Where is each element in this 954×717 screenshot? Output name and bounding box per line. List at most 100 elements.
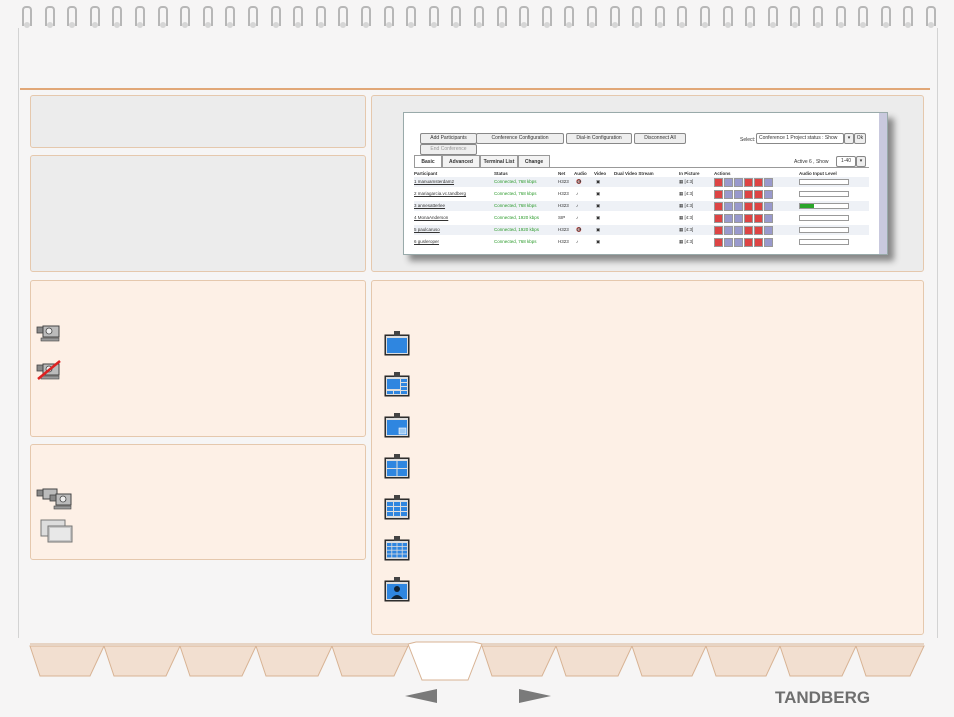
chapter-tab[interactable] bbox=[255, 645, 333, 677]
disconnect-icon[interactable] bbox=[714, 238, 723, 247]
select-dropdown-icon[interactable]: ▾ bbox=[844, 133, 854, 144]
disconnect-all-button[interactable]: Disconnect All bbox=[634, 133, 686, 144]
show-range-select[interactable]: 1-40 bbox=[836, 156, 856, 167]
camera-control-icon[interactable] bbox=[724, 178, 733, 187]
next-page-arrow[interactable] bbox=[517, 687, 553, 705]
chapter-tab[interactable] bbox=[103, 645, 181, 677]
camera-control-icon[interactable] bbox=[724, 226, 733, 235]
participant-net: H323 bbox=[558, 239, 569, 244]
picture-layout-icon[interactable]: ▦ [4:3] bbox=[679, 213, 693, 223]
participant-name[interactable]: 3 annesatterlee bbox=[414, 201, 445, 211]
audio-icon[interactable]: 🔇 bbox=[576, 225, 582, 235]
video-icon[interactable]: ▣ bbox=[596, 189, 600, 199]
mute-audio-icon[interactable] bbox=[734, 178, 743, 187]
info-icon[interactable] bbox=[764, 214, 773, 223]
picture-layout-icon[interactable]: ▦ [4:3] bbox=[679, 225, 693, 235]
mute-audio-icon[interactable] bbox=[734, 190, 743, 199]
info-icon[interactable] bbox=[764, 190, 773, 199]
participant-name[interactable]: 2 mariagarcia.vc.tandberg bbox=[414, 189, 466, 199]
mute-audio-icon[interactable] bbox=[734, 238, 743, 247]
edit-icon[interactable] bbox=[744, 226, 753, 235]
audio-icon[interactable]: ♪ bbox=[576, 189, 578, 199]
binder-ring bbox=[44, 6, 55, 28]
camera-control-icon[interactable] bbox=[724, 238, 733, 247]
chapter-tab[interactable] bbox=[855, 645, 925, 677]
show-dropdown-icon[interactable]: ▾ bbox=[856, 156, 866, 167]
audio-level-meter bbox=[799, 239, 849, 245]
video-icon[interactable]: ▣ bbox=[596, 177, 600, 187]
chapter-tab[interactable] bbox=[407, 641, 483, 681]
participant-name[interactable]: 6 gusleroper bbox=[414, 237, 439, 247]
previous-page-arrow[interactable] bbox=[403, 687, 439, 705]
video-block-icon[interactable] bbox=[754, 178, 763, 187]
binder-ring bbox=[790, 6, 801, 28]
video-block-icon[interactable] bbox=[754, 214, 763, 223]
chapter-tab[interactable] bbox=[331, 645, 409, 677]
video-icon[interactable]: ▣ bbox=[596, 201, 600, 211]
disconnect-icon[interactable] bbox=[714, 178, 723, 187]
edit-icon[interactable] bbox=[744, 178, 753, 187]
participant-name[interactable]: 1 manuamsterdam2 bbox=[414, 177, 454, 187]
binder-ring bbox=[89, 6, 100, 28]
participant-name[interactable]: 5 paulcaruso bbox=[414, 225, 440, 235]
voice-switched-layout-icon bbox=[384, 577, 410, 602]
edit-icon[interactable] bbox=[744, 238, 753, 247]
camera-control-icon[interactable] bbox=[724, 202, 733, 211]
binder-ring bbox=[519, 6, 530, 28]
audio-icon[interactable]: 🔇 bbox=[576, 177, 582, 187]
audio-icon[interactable]: ♪ bbox=[576, 213, 578, 223]
chapter-tab[interactable] bbox=[631, 645, 707, 677]
video-icon[interactable]: ▣ bbox=[596, 237, 600, 247]
info-icon[interactable] bbox=[764, 238, 773, 247]
dial-in-configuration-button[interactable]: Dial-in Configuration bbox=[566, 133, 632, 144]
mute-audio-icon[interactable] bbox=[734, 202, 743, 211]
binder-ring bbox=[293, 6, 304, 28]
participant-net: SIP bbox=[558, 215, 566, 220]
binder-ring bbox=[22, 6, 32, 28]
add-participants-button[interactable]: Add Participants bbox=[420, 133, 477, 144]
camera-control-icon[interactable] bbox=[724, 214, 733, 223]
audio-icon[interactable]: ♪ bbox=[576, 201, 578, 211]
camera-control-icon[interactable] bbox=[724, 190, 733, 199]
participant-name[interactable]: 4 MonaAnderson bbox=[414, 213, 448, 223]
picture-layout-icon[interactable]: ▦ [4:3] bbox=[679, 189, 693, 199]
video-block-icon[interactable] bbox=[754, 190, 763, 199]
end-conference-button[interactable]: End Conference bbox=[420, 144, 477, 155]
edit-icon[interactable] bbox=[744, 190, 753, 199]
binder-ring bbox=[451, 6, 462, 28]
disconnect-icon[interactable] bbox=[714, 190, 723, 199]
chapter-tab[interactable] bbox=[705, 645, 781, 677]
picture-layout-icon[interactable]: ▦ [4:3] bbox=[679, 237, 693, 247]
disconnect-icon[interactable] bbox=[714, 214, 723, 223]
video-block-icon[interactable] bbox=[754, 238, 763, 247]
chapter-tab[interactable] bbox=[179, 645, 257, 677]
edit-icon[interactable] bbox=[744, 214, 753, 223]
mute-audio-icon[interactable] bbox=[734, 226, 743, 235]
ok-button[interactable]: Ok bbox=[854, 133, 866, 144]
picture-layout-icon[interactable]: ▦ [4:3] bbox=[679, 201, 693, 211]
info-icon[interactable] bbox=[764, 226, 773, 235]
disconnect-icon[interactable] bbox=[714, 226, 723, 235]
chapter-tab[interactable] bbox=[481, 645, 557, 677]
conference-configuration-button[interactable]: Conference Configuration bbox=[476, 133, 564, 144]
scrollbar[interactable] bbox=[879, 113, 887, 254]
edit-icon[interactable] bbox=[744, 202, 753, 211]
chapter-tab[interactable] bbox=[779, 645, 857, 677]
video-block-icon[interactable] bbox=[754, 202, 763, 211]
binder-ring bbox=[383, 6, 394, 28]
conference-select[interactable]: Conference 1 Project status : Show bbox=[756, 133, 844, 144]
info-icon[interactable] bbox=[764, 202, 773, 211]
col-status: Status bbox=[494, 171, 508, 176]
picture-layout-icon[interactable]: ▦ [4:3] bbox=[679, 177, 693, 187]
chapter-tab[interactable] bbox=[29, 645, 105, 677]
video-icon[interactable]: ▣ bbox=[596, 225, 600, 235]
video-icon[interactable]: ▣ bbox=[596, 213, 600, 223]
info-icon[interactable] bbox=[764, 178, 773, 187]
page-border-left bbox=[18, 28, 19, 638]
disconnect-icon[interactable] bbox=[714, 202, 723, 211]
mute-audio-icon[interactable] bbox=[734, 214, 743, 223]
full-screen-layout-icon bbox=[384, 331, 410, 356]
chapter-tab[interactable] bbox=[555, 645, 633, 677]
audio-icon[interactable]: ♪ bbox=[576, 237, 578, 247]
video-block-icon[interactable] bbox=[754, 226, 763, 235]
